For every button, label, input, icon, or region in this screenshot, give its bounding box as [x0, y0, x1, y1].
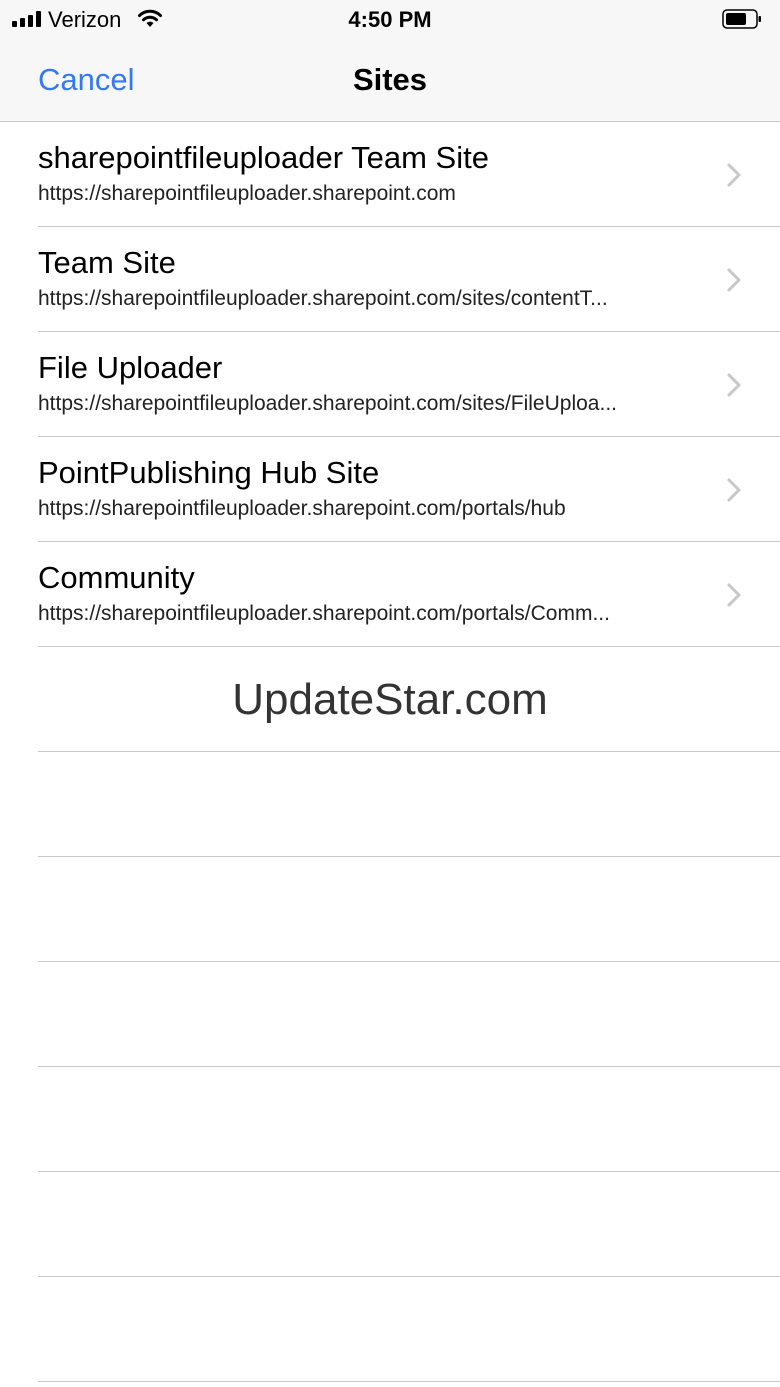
site-url: https://sharepointfileuploader.sharepoin… [38, 497, 566, 520]
site-row[interactable]: Team Site https://sharepointfileuploader… [0, 227, 780, 332]
site-row[interactable]: PointPublishing Hub Site https://sharepo… [0, 437, 780, 542]
status-bar: Verizon 4:50 PM [0, 0, 780, 40]
chevron-right-icon [727, 163, 741, 187]
empty-row: UpdateStar.com [0, 647, 780, 752]
watermark: UpdateStar.com [232, 675, 548, 724]
site-row[interactable]: sharepointfileuploader Team Site https:/… [0, 122, 780, 227]
site-row[interactable]: File Uploader https://sharepointfileuplo… [0, 332, 780, 437]
site-title: sharepointfileuploader Team Site [38, 140, 489, 175]
page-title: Sites [352, 62, 428, 97]
chevron-right-icon [727, 478, 741, 502]
empty-row [0, 857, 780, 962]
status-time: 4:50 PM [348, 7, 432, 32]
site-title: Team Site [38, 245, 176, 280]
empty-row [0, 1172, 780, 1277]
sites-list: sharepointfileuploader Team Site https:/… [0, 122, 780, 1382]
chevron-right-icon [727, 373, 741, 397]
site-url: https://sharepointfileuploader.sharepoin… [38, 602, 610, 625]
empty-row [0, 1067, 780, 1172]
site-title: Community [38, 560, 195, 595]
site-url: https://sharepointfileuploader.sharepoin… [38, 392, 617, 415]
battery-icon [722, 9, 761, 29]
chevron-right-icon [727, 583, 741, 607]
navigation-bar: Cancel Sites [0, 40, 780, 122]
empty-row [0, 1277, 780, 1382]
site-title: PointPublishing Hub Site [38, 455, 380, 490]
site-url: https://sharepointfileuploader.sharepoin… [38, 287, 608, 310]
empty-row [0, 752, 780, 857]
site-row[interactable]: Community https://sharepointfileuploader… [0, 542, 780, 647]
chevron-right-icon [727, 268, 741, 292]
empty-row [0, 962, 780, 1067]
site-title: File Uploader [38, 350, 223, 385]
site-url: https://sharepointfileuploader.sharepoin… [38, 182, 456, 205]
